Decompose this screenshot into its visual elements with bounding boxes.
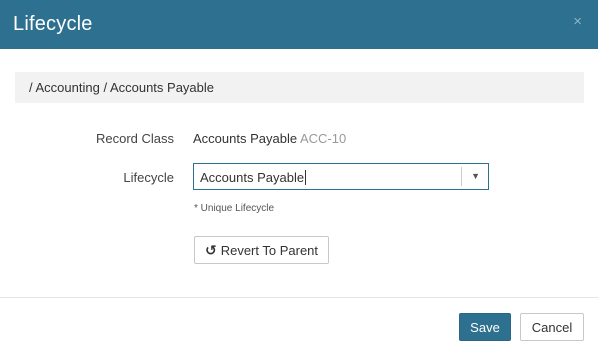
footer-divider	[0, 297, 598, 298]
close-icon[interactable]: ×	[573, 14, 582, 29]
record-class-code: ACC-10	[299, 131, 347, 146]
lifecycle-select[interactable]: Accounts Payable ▼	[193, 163, 489, 190]
revert-to-parent-label: Revert To Parent	[220, 242, 319, 258]
revert-to-parent-button[interactable]: ↺ Revert To Parent	[194, 236, 329, 264]
undo-icon: ↺	[204, 241, 217, 258]
dialog-header: Lifecycle ×	[0, 0, 598, 49]
text-cursor	[305, 170, 307, 185]
lifecycle-label: Lifecycle	[123, 170, 174, 185]
dialog-title: Lifecycle	[13, 13, 93, 35]
lifecycle-dialog: Lifecycle × / Accounting / Accounts Paya…	[0, 0, 598, 355]
save-button[interactable]: Save	[459, 313, 511, 341]
chevron-down-icon[interactable]: ▼	[471, 171, 480, 181]
record-class-name: Accounts Payable	[193, 131, 298, 146]
cancel-button[interactable]: Cancel	[520, 313, 584, 341]
lifecycle-select-value[interactable]: Accounts Payable	[200, 170, 307, 185]
select-divider	[461, 167, 462, 186]
record-class-label: Record Class	[95, 131, 174, 146]
record-class-value: Accounts Payable ACC-10	[193, 131, 346, 146]
unique-lifecycle-hint: * Unique Lifecycle	[194, 203, 275, 214]
breadcrumb: / Accounting / Accounts Payable	[15, 72, 584, 103]
